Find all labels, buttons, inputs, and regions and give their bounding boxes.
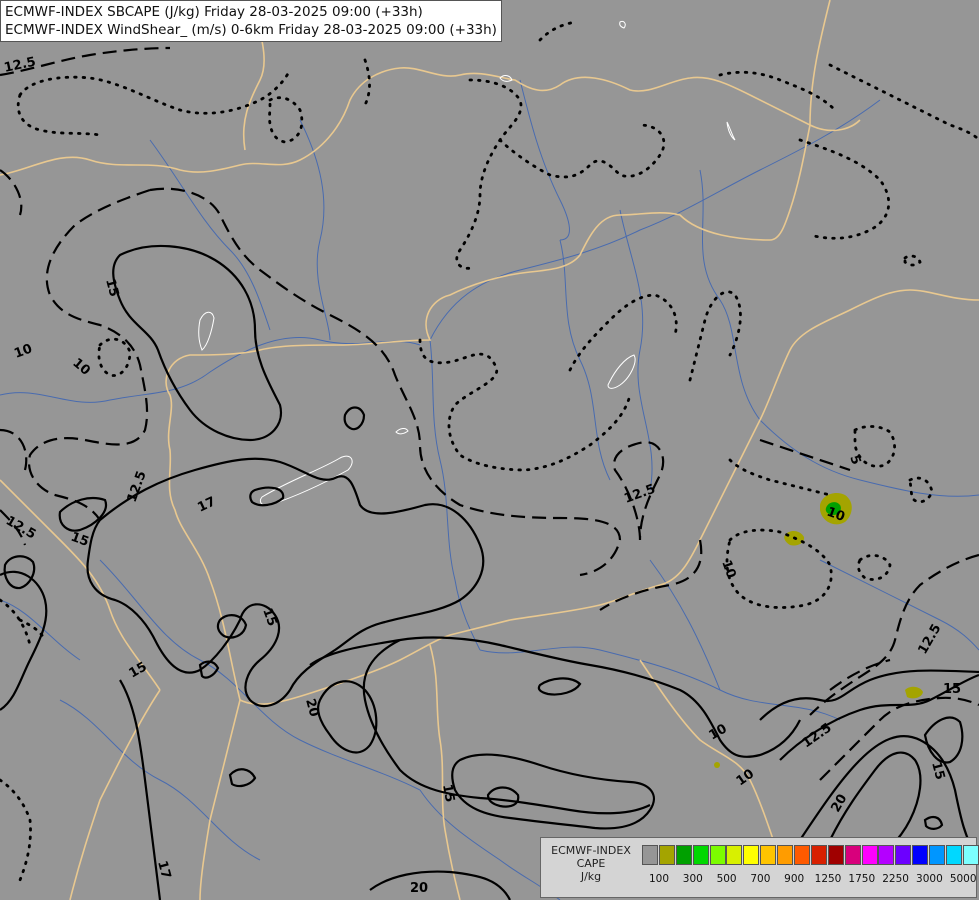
contour-label: 15 xyxy=(943,682,961,697)
map-canvas: 12.5 15 10 10 12.5 17 15 12.5 15 15 20 1… xyxy=(0,0,979,900)
legend-title-line: ECMWF-INDEX xyxy=(551,844,631,857)
legend-swatch xyxy=(777,845,794,865)
legend-tick-label: 100 xyxy=(648,873,670,885)
legend-swatch xyxy=(962,845,979,865)
legend-swatch xyxy=(895,845,912,865)
legend-title: ECMWF-INDEX CAPE J/kg xyxy=(545,844,637,883)
legend-title-line: CAPE xyxy=(576,857,606,870)
legend-swatch xyxy=(675,845,692,865)
cape-area xyxy=(714,762,720,768)
map-title-box: ECMWF-INDEX SBCAPE (J/kg) Friday 28-03-2… xyxy=(0,0,502,42)
legend-swatch xyxy=(760,845,777,865)
map-background xyxy=(0,0,979,900)
legend-swatch xyxy=(946,845,963,865)
legend-tick-label: 900 xyxy=(784,873,805,885)
legend-swatch xyxy=(929,845,946,865)
legend-swatch xyxy=(878,845,895,865)
legend-unit: J/kg xyxy=(580,870,602,883)
legend-swatch xyxy=(810,845,827,865)
contour-label: 15 xyxy=(439,783,457,803)
legend-swatch xyxy=(743,845,760,865)
legend-ticks: 100 300 500 700 900 1250 1750 2250 3000 5000 xyxy=(641,873,977,887)
legend-tick-label: 2250 xyxy=(882,873,909,885)
cape-title: ECMWF-INDEX SBCAPE (J/kg) Friday 28-03-2… xyxy=(5,4,423,20)
legend-swatch xyxy=(692,845,709,865)
legend-swatch xyxy=(844,845,861,865)
legend-swatch xyxy=(658,845,675,865)
legend-swatch xyxy=(642,845,658,865)
windshear-title: ECMWF-INDEX WindShear_ (m/s) 0-6km Frida… xyxy=(5,22,497,38)
legend-swatch xyxy=(912,845,929,865)
legend-tick-label: 1750 xyxy=(848,873,876,885)
legend-swatch xyxy=(709,845,726,865)
legend-tick-label: 3000 xyxy=(916,873,943,885)
legend-swatch xyxy=(827,845,844,865)
legend-swatch xyxy=(726,845,743,865)
cape-legend: ECMWF-INDEX CAPE J/kg 100 300 500 700 900 125… xyxy=(540,837,979,898)
legend-tick-label: 5000 xyxy=(949,873,977,885)
contour-label: 20 xyxy=(410,881,428,896)
legend-tick-label: 500 xyxy=(716,873,737,885)
legend-tick-label: 300 xyxy=(682,873,703,885)
legend-tick-label: 1250 xyxy=(814,873,842,885)
legend-swatch xyxy=(861,845,878,865)
legend-tick-label: 700 xyxy=(750,873,771,885)
legend-swatch xyxy=(794,845,811,865)
legend-swatches xyxy=(642,845,979,865)
